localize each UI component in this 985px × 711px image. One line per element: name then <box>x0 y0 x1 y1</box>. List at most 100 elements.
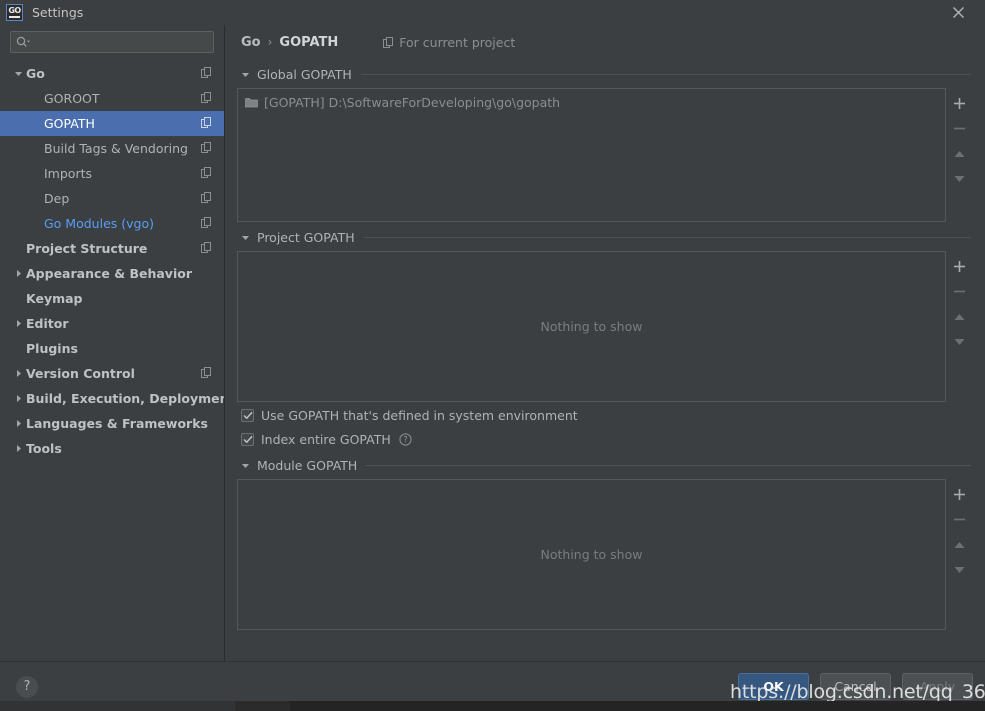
chevron-down-icon <box>241 233 250 242</box>
chevron-right-icon[interactable] <box>10 369 26 378</box>
sidebar-item-build-execution-deployment[interactable]: Build, Execution, Deployment <box>0 386 224 411</box>
sidebar-item-editor[interactable]: Editor <box>0 311 224 336</box>
for-current-project-label: For current project <box>399 35 515 50</box>
sidebar-item-go[interactable]: Go <box>0 61 224 86</box>
breadcrumb-current: GOPATH <box>279 35 338 50</box>
checkbox-row-index-entire-gopath[interactable]: Index entire GOPATH ? <box>235 429 973 450</box>
move-up-icon[interactable] <box>947 532 972 557</box>
sidebar-item-tools[interactable]: Tools <box>0 436 224 461</box>
checkbox-index-entire-gopath[interactable] <box>241 433 254 446</box>
sidebar-item-imports[interactable]: Imports <box>0 161 224 186</box>
sidebar-item-goroot[interactable]: GOROOT <box>0 86 224 111</box>
sidebar-item-languages-frameworks[interactable]: Languages & Frameworks <box>0 411 224 436</box>
project-settings-copy-icon[interactable] <box>201 192 212 206</box>
sidebar-item-label: Project Structure <box>26 241 147 256</box>
svg-text:?: ? <box>403 435 407 445</box>
sidebar-item-build-tags-vendoring[interactable]: Build Tags & Vendoring <box>0 136 224 161</box>
sidebar-item-label: GOROOT <box>44 91 100 106</box>
list-item[interactable]: [GOPATH] D:\SoftwareForDeveloping\go\gop… <box>238 92 945 112</box>
chevron-down-icon <box>241 461 250 470</box>
project-settings-copy-icon[interactable] <box>201 242 212 256</box>
section-title-project-gopath: Project GOPATH <box>257 230 355 245</box>
chevron-right-icon[interactable] <box>10 319 26 328</box>
section-header-module-gopath[interactable]: Module GOPATH <box>235 454 973 476</box>
project-settings-copy-icon[interactable] <box>201 117 212 131</box>
sidebar-item-keymap[interactable]: Keymap <box>0 286 224 311</box>
project-settings-copy-icon[interactable] <box>201 167 212 181</box>
project-gopath-toolbar <box>946 251 973 402</box>
sidebar-item-label: Dep <box>44 191 69 206</box>
folder-icon <box>245 97 258 108</box>
close-icon[interactable] <box>939 0 977 25</box>
project-settings-copy-icon[interactable] <box>201 367 212 381</box>
section-header-project-gopath[interactable]: Project GOPATH <box>235 226 973 248</box>
move-up-icon[interactable] <box>947 141 972 166</box>
breadcrumb-parent[interactable]: Go <box>241 35 261 50</box>
remove-button[interactable] <box>947 116 972 141</box>
settings-main-panel: Go › GOPATH For current project <box>225 25 985 661</box>
global-gopath-toolbar <box>946 88 973 222</box>
title-bar: GO Settings <box>0 0 985 25</box>
chevron-right-icon[interactable] <box>10 419 26 428</box>
chevron-right-icon[interactable] <box>10 394 26 403</box>
sidebar-item-version-control[interactable]: Version Control <box>0 361 224 386</box>
settings-tree: Go GOROOT GOPATH Build Tags & VendoringImpo… <box>0 60 224 661</box>
section-title-module-gopath: Module GOPATH <box>257 458 357 473</box>
chevron-right-icon[interactable] <box>10 269 26 278</box>
sidebar-item-label: Keymap <box>26 291 83 306</box>
sidebar-item-label: Go Modules (vgo) <box>44 216 154 231</box>
project-settings-copy-icon[interactable] <box>201 142 212 156</box>
settings-sidebar: Go GOROOT GOPATH Build Tags & VendoringImpo… <box>0 25 225 661</box>
search-input[interactable] <box>31 35 208 49</box>
remove-button[interactable] <box>947 279 972 304</box>
project-gopath-empty-text: Nothing to show <box>541 319 643 334</box>
bottom-strip-right <box>290 701 985 711</box>
add-button[interactable] <box>947 91 972 116</box>
sidebar-item-gopath[interactable]: GOPATH <box>0 111 224 136</box>
move-up-icon[interactable] <box>947 304 972 329</box>
sidebar-item-label: GOPATH <box>44 116 95 131</box>
breadcrumb-separator: › <box>268 35 273 49</box>
bottom-strip-left <box>0 701 235 711</box>
global-gopath-list[interactable]: [GOPATH] D:\SoftwareForDeveloping\go\gop… <box>237 88 946 222</box>
cancel-button[interactable]: Cancel <box>820 673 891 700</box>
ok-button[interactable]: OK <box>738 673 809 700</box>
sidebar-item-dep[interactable]: Dep <box>0 186 224 211</box>
chevron-right-icon[interactable] <box>10 444 26 453</box>
section-header-global-gopath[interactable]: Global GOPATH <box>235 63 973 85</box>
section-rule <box>366 465 971 466</box>
global-gopath-entry: [GOPATH] D:\SoftwareForDeveloping\go\gop… <box>264 95 560 110</box>
move-down-icon[interactable] <box>947 166 972 191</box>
checkbox-row-use-system-gopath[interactable]: Use GOPATH that's defined in system envi… <box>235 405 973 426</box>
checkbox-use-system-gopath[interactable] <box>241 409 254 422</box>
module-gopath-list[interactable]: Nothing to show <box>237 479 946 630</box>
sidebar-item-plugins[interactable]: Plugins <box>0 336 224 361</box>
sidebar-item-go-modules-vgo[interactable]: Go Modules (vgo) <box>0 211 224 236</box>
sidebar-item-label: Plugins <box>26 341 78 356</box>
sidebar-item-project-structure[interactable]: Project Structure <box>0 236 224 261</box>
help-icon[interactable]: ? <box>399 433 412 446</box>
project-settings-copy-icon[interactable] <box>201 217 212 231</box>
for-current-project-indicator: For current project <box>383 35 515 50</box>
chevron-down-icon <box>241 70 250 79</box>
dialog-button-group: OK Cancel Apply <box>738 673 973 700</box>
remove-button[interactable] <box>947 507 972 532</box>
search-box[interactable] <box>10 31 214 53</box>
sidebar-item-label: Go <box>26 66 45 81</box>
project-settings-copy-icon[interactable] <box>201 67 212 81</box>
move-down-icon[interactable] <box>947 557 972 582</box>
project-settings-copy-icon[interactable] <box>201 92 212 106</box>
sidebar-item-label: Version Control <box>26 366 135 381</box>
add-button[interactable] <box>947 254 972 279</box>
module-gopath-empty-text: Nothing to show <box>541 547 643 562</box>
project-gopath-list[interactable]: Nothing to show <box>237 251 946 402</box>
go-logo-bar <box>9 16 20 18</box>
go-logo-icon: GO <box>6 4 23 21</box>
apply-button[interactable]: Apply <box>902 673 973 700</box>
sidebar-item-appearance-behavior[interactable]: Appearance & Behavior <box>0 261 224 286</box>
move-down-icon[interactable] <box>947 329 972 354</box>
search-icon <box>16 36 31 49</box>
add-button[interactable] <box>947 482 972 507</box>
help-button[interactable]: ? <box>16 676 38 698</box>
chevron-down-icon[interactable] <box>10 69 26 78</box>
